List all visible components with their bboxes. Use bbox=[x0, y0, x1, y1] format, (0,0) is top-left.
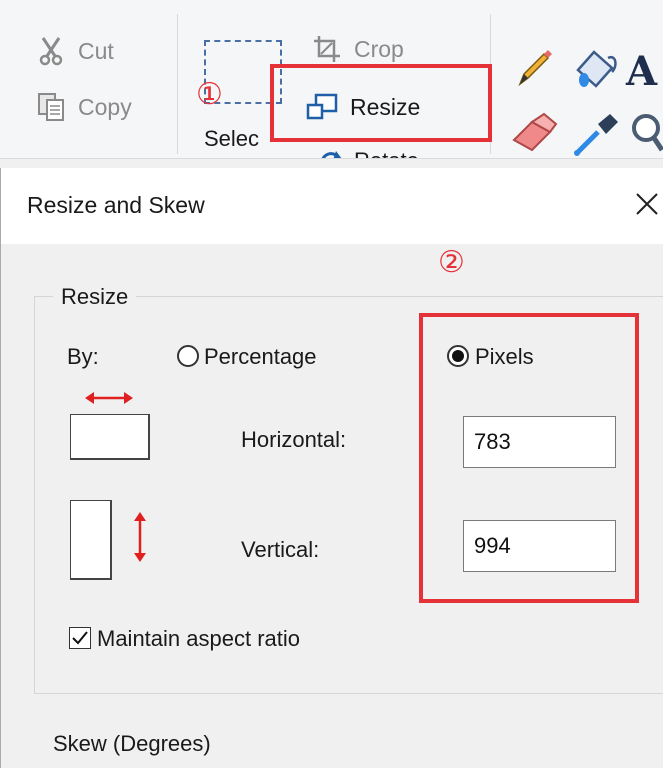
scissors-icon bbox=[36, 36, 66, 66]
percentage-radio[interactable] bbox=[177, 345, 199, 367]
eraser-icon[interactable] bbox=[510, 112, 558, 157]
vertical-arrow-icon bbox=[132, 512, 148, 567]
pencil-icon[interactable] bbox=[512, 46, 556, 95]
percentage-label[interactable]: Percentage bbox=[204, 344, 317, 370]
dialog-title: Resize and Skew bbox=[27, 192, 205, 218]
chevron-down-icon: ▼ bbox=[425, 153, 439, 158]
horizontal-arrow-icon bbox=[85, 390, 133, 411]
close-button[interactable] bbox=[631, 182, 663, 222]
rotate-label: Rotate bbox=[354, 148, 419, 158]
callout-number-2: ② bbox=[438, 245, 465, 280]
copy-icon bbox=[36, 92, 66, 122]
crop-label: Crop bbox=[354, 35, 404, 62]
vertical-shape-icon bbox=[70, 500, 112, 580]
callout-number-1: ① bbox=[196, 77, 223, 112]
rotate-button[interactable]: Rotate ▼ bbox=[318, 148, 439, 158]
horizontal-shape-icon bbox=[70, 414, 150, 460]
maintain-aspect-label[interactable]: Maintain aspect ratio bbox=[97, 626, 300, 652]
horizontal-label: Horizontal: bbox=[241, 427, 347, 452]
fill-icon[interactable] bbox=[572, 44, 620, 95]
cut-label: Cut bbox=[78, 37, 114, 64]
ribbon: Cut Copy Selec Crop Resize A ① bbox=[0, 0, 663, 159]
maintain-aspect-checkbox[interactable] bbox=[69, 627, 91, 649]
skew-group-label: Skew (Degrees) bbox=[53, 731, 211, 756]
ribbon-separator bbox=[177, 14, 178, 154]
crop-icon bbox=[312, 34, 342, 64]
callout-box-2 bbox=[419, 313, 639, 603]
cut-button[interactable]: Cut bbox=[36, 36, 114, 66]
checkmark-icon bbox=[72, 631, 88, 645]
vertical-label: Vertical: bbox=[241, 537, 320, 562]
magnifier-icon[interactable] bbox=[628, 110, 663, 158]
resize-group-label: Resize bbox=[53, 284, 137, 310]
by-label: By: bbox=[67, 344, 99, 369]
crop-button[interactable]: Crop bbox=[312, 34, 404, 64]
color-picker-icon[interactable] bbox=[572, 110, 620, 158]
dialog-titlebar: Resize and Skew bbox=[1, 168, 663, 244]
resize-and-skew-dialog: Resize and Skew ② Resize By: Percentage … bbox=[0, 168, 663, 768]
copy-label: Copy bbox=[78, 93, 132, 120]
close-icon bbox=[636, 193, 658, 215]
callout-box-1 bbox=[270, 64, 492, 142]
select-label[interactable]: Selec bbox=[204, 126, 259, 152]
rotate-icon bbox=[318, 149, 344, 158]
text-icon[interactable]: A bbox=[626, 48, 657, 95]
copy-button[interactable]: Copy bbox=[36, 92, 132, 122]
